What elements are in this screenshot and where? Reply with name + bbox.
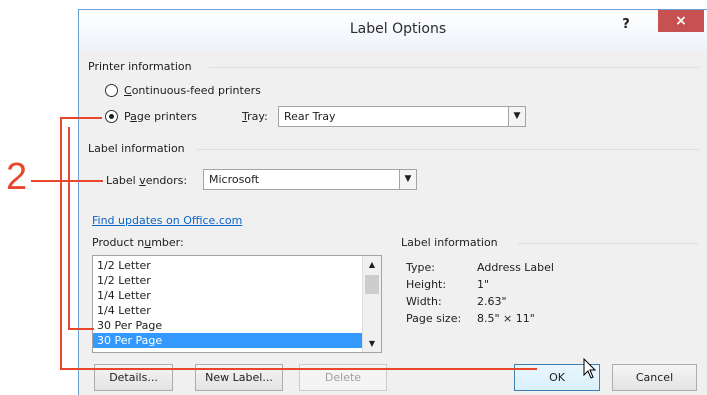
close-button[interactable]: × <box>658 10 704 32</box>
continuous-feed-radio[interactable] <box>105 84 118 97</box>
printer-info-heading: Printer information <box>88 60 192 73</box>
group-divider <box>518 243 698 244</box>
label-info-heading: Label information <box>88 142 185 155</box>
detail-width-value: 2.63" <box>477 295 507 308</box>
detail-height-value: 1" <box>477 278 490 291</box>
group-divider <box>209 67 699 68</box>
vendor-value: Microsoft <box>209 173 260 186</box>
detail-height-key: Height: <box>406 278 447 291</box>
chevron-down-icon[interactable]: ▼ <box>508 107 525 126</box>
scroll-down-icon[interactable]: ▼ <box>363 335 381 352</box>
label-details-panel: Label information Type: Address Label He… <box>398 236 699 353</box>
list-item[interactable]: 30 Per Page <box>96 318 359 333</box>
product-number-label: Product number: <box>92 236 184 249</box>
scroll-up-icon[interactable]: ▲ <box>363 256 381 273</box>
detail-type-value: Address Label <box>477 261 554 274</box>
label-vendors-label: Label vendors: <box>106 174 188 187</box>
callout-line <box>68 127 70 330</box>
callout-line <box>31 180 103 182</box>
scroll-thumb[interactable] <box>365 275 379 294</box>
detail-width-key: Width: <box>406 295 442 308</box>
find-updates-link[interactable]: Find updates on Office.com <box>92 214 242 227</box>
page-printers-radio[interactable] <box>105 110 118 123</box>
callout-line <box>60 117 62 370</box>
list-scrollbar[interactable]: ▲ ▼ <box>362 256 381 352</box>
tray-label: Tray: <box>242 110 268 123</box>
cancel-button[interactable]: Cancel <box>612 364 697 391</box>
detail-pagesize-key: Page size: <box>406 312 462 325</box>
label-vendors-select[interactable]: Microsoft ▼ <box>203 169 417 190</box>
callout-line <box>68 328 94 330</box>
callout-number: 2 <box>6 156 28 198</box>
dialog-content: Printer information Continuous-feed prin… <box>85 50 702 395</box>
tray-value: Rear Tray <box>284 110 336 123</box>
continuous-feed-label[interactable]: Continuous-feed printers <box>124 84 261 97</box>
list-item[interactable]: 1/2 Letter <box>96 273 359 288</box>
detail-pagesize-value: 8.5" × 11" <box>477 312 535 325</box>
label-details-heading: Label information <box>401 236 498 249</box>
dialog-title: Label Options <box>349 21 447 37</box>
group-divider <box>197 149 699 150</box>
product-number-list[interactable]: 1/2 Letter 1/2 Letter 1/4 Letter 1/4 Let… <box>92 255 382 353</box>
mouse-pointer-icon <box>583 358 597 379</box>
label-options-dialog: Label Options ? × Printer information Co… <box>78 9 707 395</box>
list-item[interactable]: 1/2 Letter <box>96 258 359 273</box>
callout-line <box>60 117 102 119</box>
chevron-down-icon[interactable]: ▼ <box>399 170 416 189</box>
list-item-selected[interactable]: 30 Per Page <box>93 333 362 348</box>
detail-type-key: Type: <box>406 261 435 274</box>
page-printers-label[interactable]: Page printers <box>124 110 197 123</box>
help-button[interactable]: ? <box>615 14 637 36</box>
title-bar: Label Options ? × <box>79 10 707 50</box>
list-item[interactable]: 1/4 Letter <box>96 288 359 303</box>
tray-select[interactable]: Rear Tray ▼ <box>278 106 526 127</box>
callout-line <box>60 368 537 370</box>
list-item[interactable]: 1/4 Letter <box>96 303 359 318</box>
